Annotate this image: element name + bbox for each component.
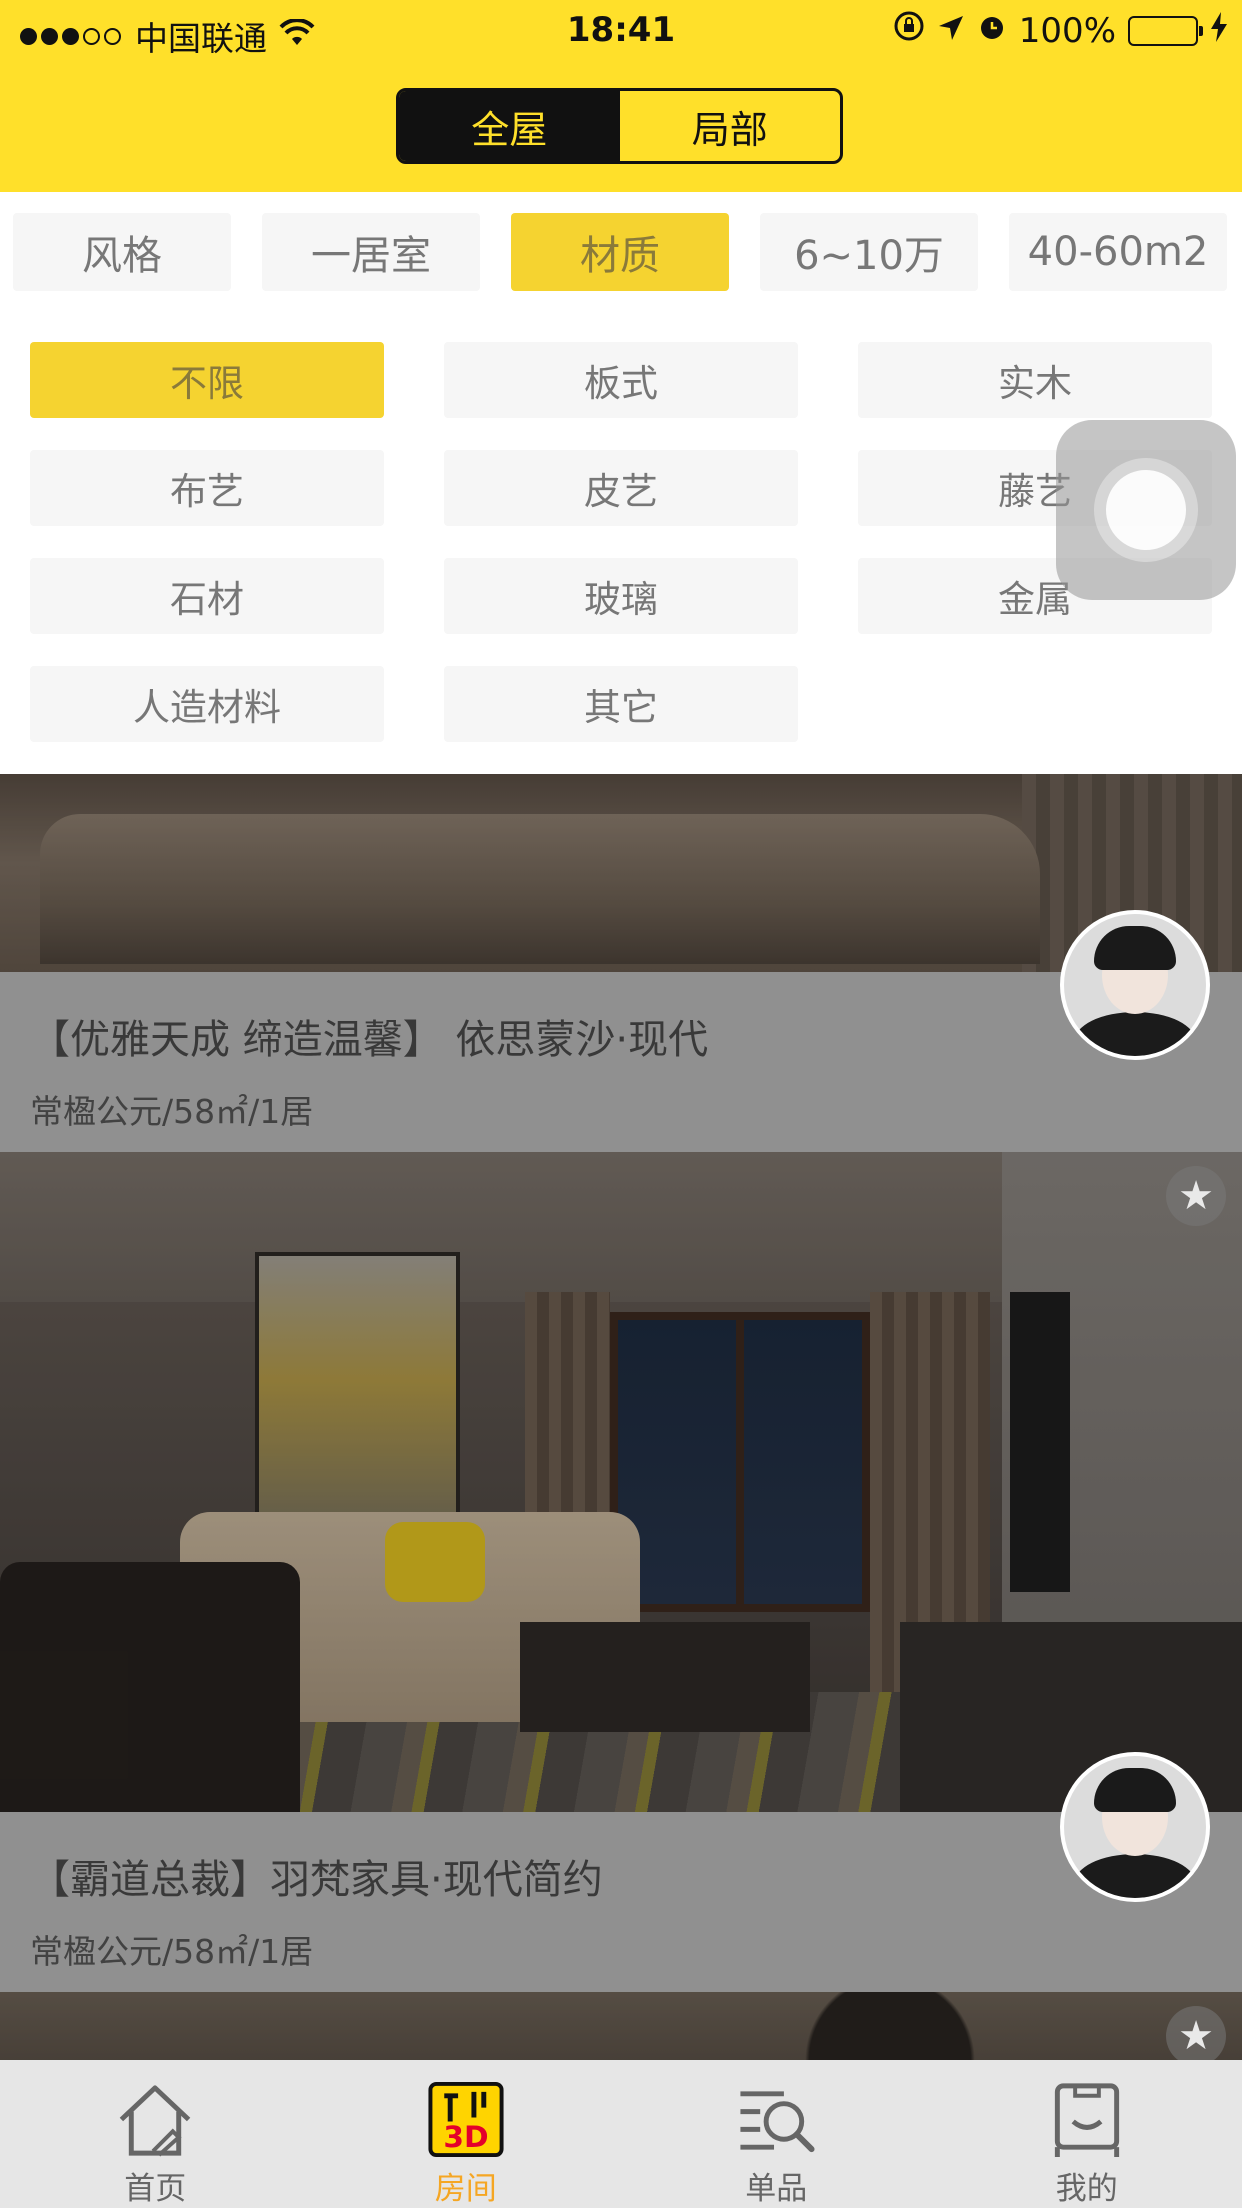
listing-meta: 常楹公元/58㎡/1居	[30, 1092, 314, 1131]
status-right: 100%	[881, 10, 1228, 51]
tab-label: 房间	[434, 2171, 497, 2207]
room-bed	[40, 814, 1040, 964]
designer-avatar[interactable]	[1060, 910, 1210, 1060]
filter-chip-style[interactable]: 风格	[13, 213, 231, 291]
listing-title: 【优雅天成 缔造温馨】 依思蒙沙·现代	[30, 1017, 709, 1063]
room-pillow	[385, 1522, 485, 1602]
room-decor	[700, 1992, 1080, 2060]
material-option[interactable]: 玻璃	[444, 558, 798, 634]
favorite-star-icon[interactable]: ★	[1166, 2006, 1226, 2066]
listing-info[interactable]: 【优雅天成 缔造温馨】 依思蒙沙·现代 常楹公元/58㎡/1居	[0, 972, 1242, 1152]
assistive-touch-button[interactable]	[1056, 420, 1236, 600]
room-tv	[1010, 1292, 1070, 1592]
material-option[interactable]: 人造材料	[30, 666, 384, 742]
filter-chip-row: 风格 一居室 材质 6~10万 40-60m2	[13, 213, 1229, 291]
avatar-body	[1074, 1854, 1196, 1898]
tab-home[interactable]: 首页	[0, 2060, 311, 2208]
material-option[interactable]: 不限	[30, 342, 384, 418]
room-chair	[0, 1562, 300, 1812]
avatar-hair	[1094, 1768, 1176, 1812]
room-coffee-table	[520, 1622, 810, 1732]
segment-whole-house[interactable]: 全屋	[399, 91, 620, 161]
listing-image[interactable]	[0, 1992, 1242, 2060]
material-option[interactable]: 布艺	[30, 450, 384, 526]
status-bar: 中国联通 18:41 100%	[0, 0, 1242, 62]
avatar-hair	[1094, 926, 1176, 970]
avatar-photo	[1064, 914, 1206, 1056]
tab-rooms[interactable]: 3D 房间	[311, 2060, 622, 2208]
filter-chip-area[interactable]: 40-60m2	[1009, 213, 1227, 291]
material-option[interactable]: 石材	[30, 558, 384, 634]
rotation-lock-icon	[893, 10, 925, 51]
scope-segmented-control: 全屋 局部	[396, 88, 843, 164]
tab-label: 我的	[1055, 2171, 1118, 2207]
assistive-touch-core	[1106, 470, 1186, 550]
designer-avatar[interactable]	[1060, 1752, 1210, 1902]
filter-chip-layout[interactable]: 一居室	[262, 213, 480, 291]
listing-meta: 常楹公元/58㎡/1居	[30, 1932, 314, 1971]
avatar-body	[1074, 1012, 1196, 1056]
room-3d-icon: 3D	[428, 2081, 504, 2158]
battery-icon	[1128, 15, 1203, 46]
tab-label: 首页	[124, 2171, 187, 2207]
filter-chip-budget[interactable]: 6~10万	[760, 213, 978, 291]
segment-partial[interactable]: 局部	[620, 91, 841, 161]
svg-text:3D: 3D	[443, 2119, 488, 2154]
room-window	[610, 1312, 870, 1612]
tab-items[interactable]: 单品	[621, 2060, 932, 2208]
listing-info[interactable]: 【霸道总裁】羽梵家具·现代简约 常楹公元/58㎡/1居	[0, 1812, 1242, 1992]
material-option[interactable]: 皮艺	[444, 450, 798, 526]
profile-box-icon	[1054, 2083, 1119, 2158]
listing-image[interactable]	[0, 1152, 1242, 1812]
material-option[interactable]: 其它	[444, 666, 798, 742]
top-header: 中国联通 18:41 100% 全屋 局部	[0, 0, 1242, 192]
search-list-icon	[740, 2091, 815, 2153]
charging-bolt-icon	[1210, 11, 1228, 51]
alarm-icon	[977, 11, 1007, 51]
tab-bar: 首页 3D 房间 单品 我的	[0, 2060, 1242, 2208]
avatar-photo	[1064, 1756, 1206, 1898]
material-option[interactable]: 实木	[858, 342, 1212, 418]
location-arrow-icon	[937, 11, 965, 51]
house-icon	[119, 2085, 191, 2157]
listing-image[interactable]	[0, 774, 1242, 972]
tab-profile[interactable]: 我的	[932, 2060, 1242, 2208]
listing-title: 【霸道总裁】羽梵家具·现代简约	[30, 1857, 603, 1903]
battery-percent: 100%	[1018, 10, 1116, 51]
material-option[interactable]: 板式	[444, 342, 798, 418]
favorite-star-icon[interactable]: ★	[1166, 1166, 1226, 1226]
filter-chip-material[interactable]: 材质	[511, 213, 729, 291]
tab-label: 单品	[745, 2171, 808, 2207]
